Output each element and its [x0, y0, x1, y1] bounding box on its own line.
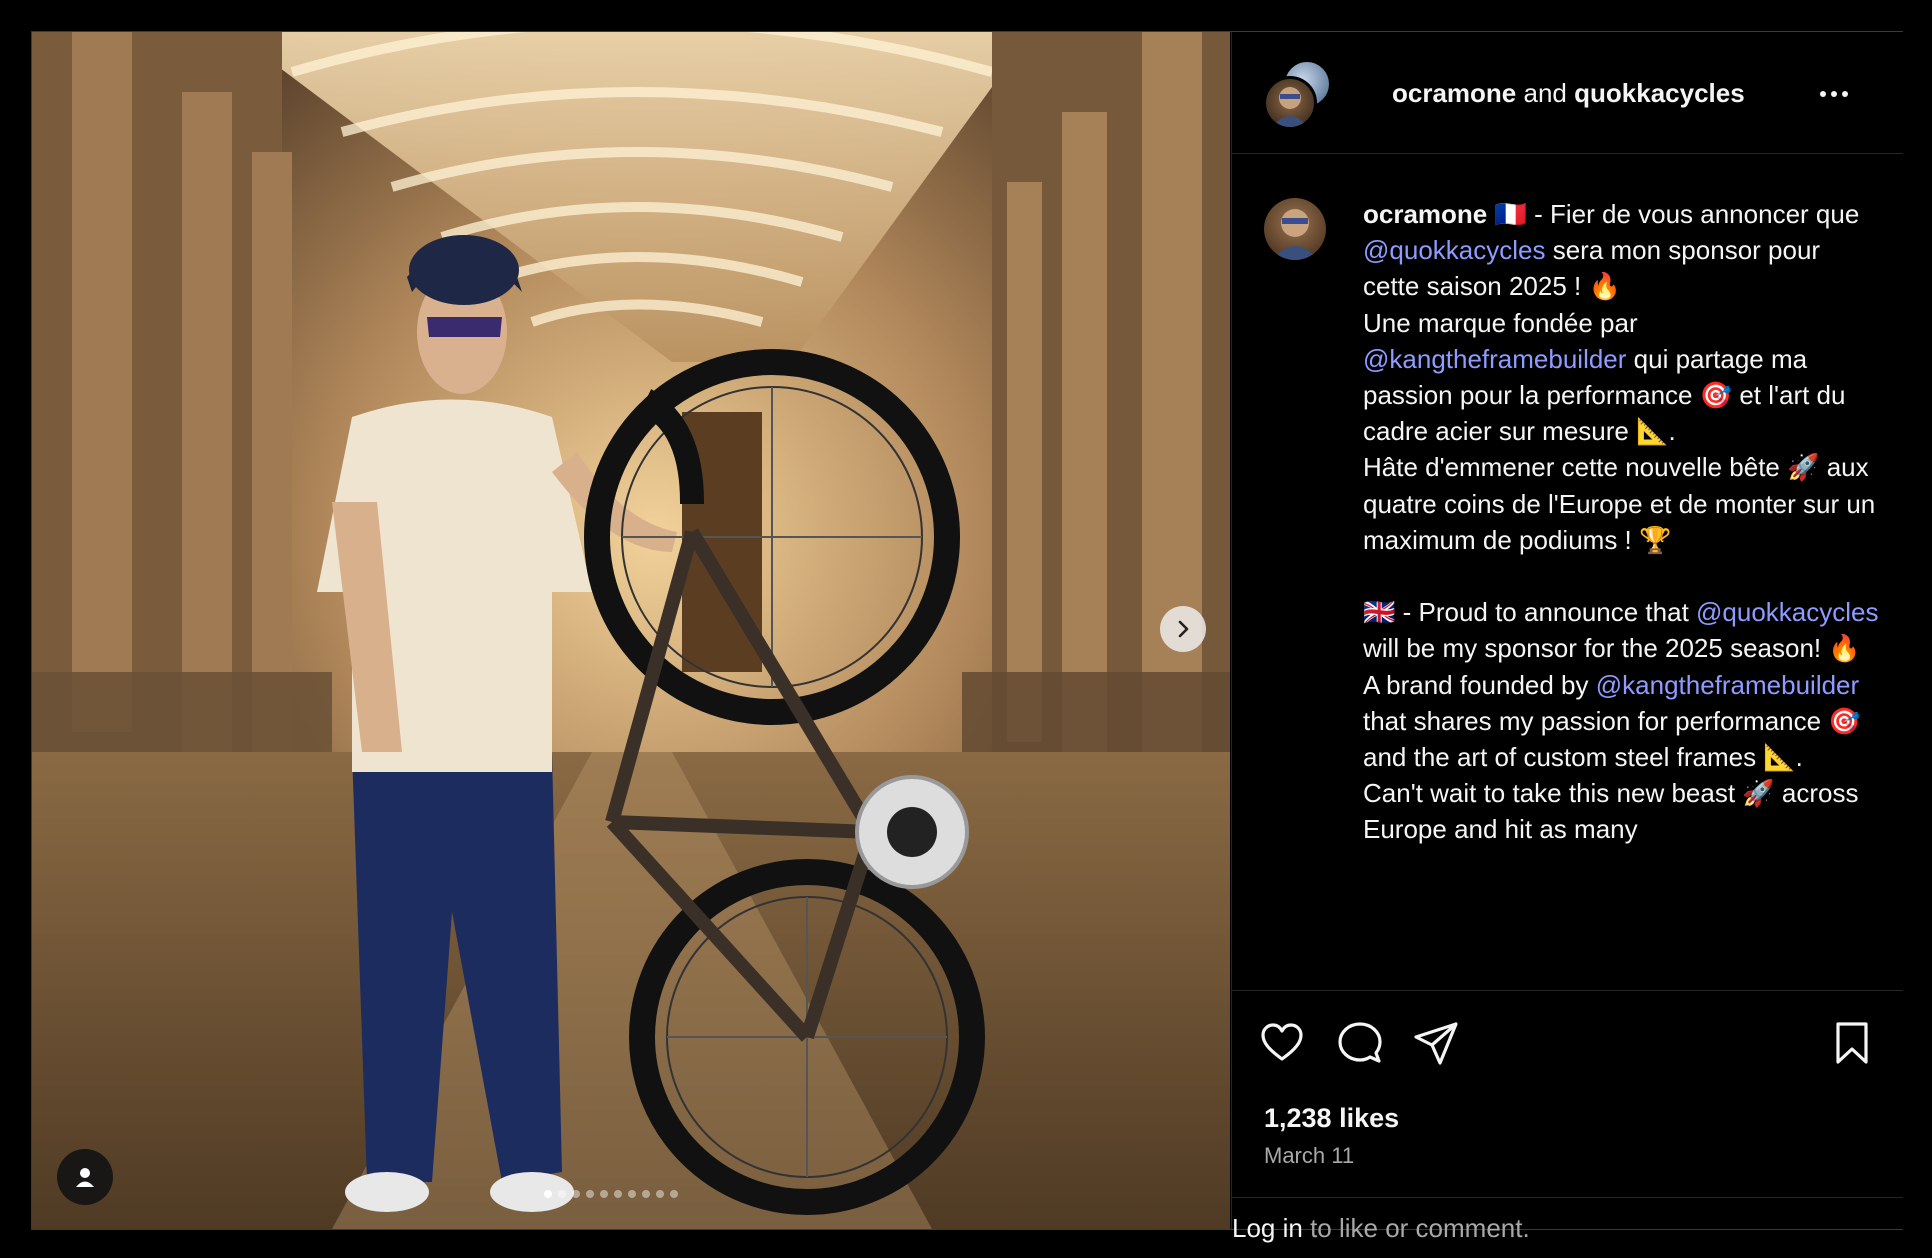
collab-avatars[interactable]	[1263, 60, 1333, 130]
bookmark-icon[interactable]	[1828, 1019, 1876, 1067]
post-caption: ocramone 🇫🇷 - Fier de vous annoncer que …	[1363, 196, 1883, 848]
login-prompt: Log in to like or comment.	[1232, 1197, 1903, 1243]
avatar-art	[1272, 87, 1308, 127]
caption-text: Hâte d'emmener cette nouvelle bête 🚀 aux…	[1363, 452, 1876, 555]
share-icon[interactable]	[1412, 1019, 1460, 1067]
likes-count[interactable]: 1,238 likes	[1264, 1103, 1399, 1134]
carousel-dot	[544, 1190, 552, 1198]
caption-mention-link[interactable]: @kangtheframebuilder	[1363, 344, 1626, 374]
caption-text: A brand founded by	[1363, 669, 1596, 700]
avatar-ocramone[interactable]	[1263, 76, 1317, 130]
carousel-dot	[670, 1190, 678, 1198]
carousel-dot	[628, 1190, 636, 1198]
caption-text: 🇫🇷 - Fier de vous annoncer que	[1494, 199, 1860, 229]
caption-text: will be my sponsor for the 2025 season! …	[1363, 633, 1861, 664]
carousel-dot	[614, 1190, 622, 1198]
caption-paragraph: Hâte d'emmener cette nouvelle bête 🚀 aux…	[1363, 449, 1883, 558]
caption-paragraph: 🇬🇧 - Proud to announce that @quokkacycle…	[1363, 594, 1883, 666]
login-prompt-text: Log in to like or comment.	[1232, 1198, 1530, 1258]
more-icon-dot	[1831, 91, 1837, 97]
caption-paragraph: A brand founded by @kangtheframebuilder …	[1363, 667, 1883, 776]
post-authors: ocramone and quokkacycles	[1392, 78, 1745, 109]
login-prompt-rest: to like or comment.	[1302, 1213, 1530, 1243]
heart-icon[interactable]	[1258, 1019, 1306, 1067]
carousel-dot	[586, 1190, 594, 1198]
caption-text: Une marque fondée par	[1363, 307, 1638, 338]
photo-scene	[32, 32, 1230, 1229]
post-dialog: ocramone and quokkacycles ocramone 🇫�	[31, 31, 1903, 1243]
caption-mention-link[interactable]: @quokkacycles	[1696, 597, 1878, 627]
caption-avatar[interactable]	[1264, 198, 1326, 260]
more-icon	[1820, 91, 1826, 97]
carousel-dot	[600, 1190, 608, 1198]
caption-username[interactable]: ocramone	[1363, 199, 1487, 229]
carousel-dot	[642, 1190, 650, 1198]
chevron-right-icon	[1178, 620, 1189, 638]
caption-scroll-area[interactable]: ocramone 🇫🇷 - Fier de vous annoncer que …	[1232, 154, 1903, 989]
carousel-dots	[544, 1190, 678, 1198]
caption-paragraph: Can't wait to take this new beast 🚀 acro…	[1363, 775, 1883, 847]
post-date[interactable]: March 11	[1264, 1143, 1354, 1169]
more-icon-dot	[1842, 91, 1848, 97]
carousel-dot	[656, 1190, 664, 1198]
tagged-users-button[interactable]	[57, 1149, 113, 1205]
carousel-dot	[572, 1190, 580, 1198]
login-link[interactable]: Log in	[1232, 1213, 1303, 1243]
post-header: ocramone and quokkacycles	[1232, 32, 1903, 154]
collaborator-link[interactable]: quokkacycles	[1574, 78, 1745, 108]
caption-text: 🇬🇧 - Proud to announce that	[1363, 597, 1697, 628]
caption-mention-link[interactable]: @quokkacycles	[1363, 235, 1545, 265]
next-photo-button[interactable]	[1160, 606, 1206, 652]
comment-icon[interactable]	[1336, 1019, 1384, 1067]
post-photo[interactable]	[32, 32, 1230, 1229]
post-actions: 1,238 likes March 11 Log in to like or c…	[1232, 990, 1903, 1243]
caption-text: that shares my passion for performance 🎯…	[1363, 705, 1861, 773]
author-connector: and	[1523, 78, 1567, 108]
avatar-art	[1272, 209, 1318, 260]
person-icon	[76, 1168, 94, 1187]
caption-text: Can't wait to take this new beast 🚀 acro…	[1363, 778, 1859, 845]
more-options-button[interactable]	[1814, 82, 1854, 106]
author-link[interactable]: ocramone	[1392, 78, 1516, 108]
post-side-panel: ocramone and quokkacycles ocramone 🇫�	[1231, 32, 1903, 1243]
carousel-dot	[558, 1190, 566, 1198]
caption-mention-link[interactable]: @kangtheframebuilder	[1596, 670, 1859, 700]
caption-paragraph: Une marque fondée par @kangtheframebuild…	[1363, 305, 1883, 450]
